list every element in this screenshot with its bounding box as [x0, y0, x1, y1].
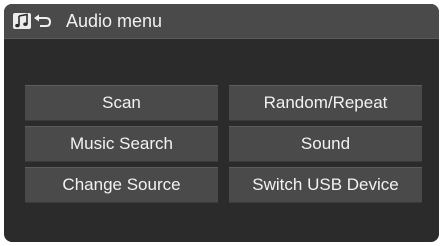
switch-usb-device-button[interactable]: Switch USB Device — [229, 167, 422, 203]
scan-button[interactable]: Scan — [25, 85, 218, 121]
sound-button[interactable]: Sound — [229, 126, 422, 162]
page-title: Audio menu — [66, 11, 163, 31]
music-search-button[interactable]: Music Search — [25, 126, 218, 162]
change-source-button[interactable]: Change Source — [25, 167, 218, 203]
audio-menu-screen: Audio menu Scan Random/Repeat Music Sear… — [4, 4, 439, 242]
music-note-icon — [13, 13, 31, 29]
random-repeat-button[interactable]: Random/Repeat — [229, 85, 422, 121]
back-arrow-icon[interactable] — [33, 13, 53, 29]
title-bar: Audio menu — [4, 4, 439, 39]
